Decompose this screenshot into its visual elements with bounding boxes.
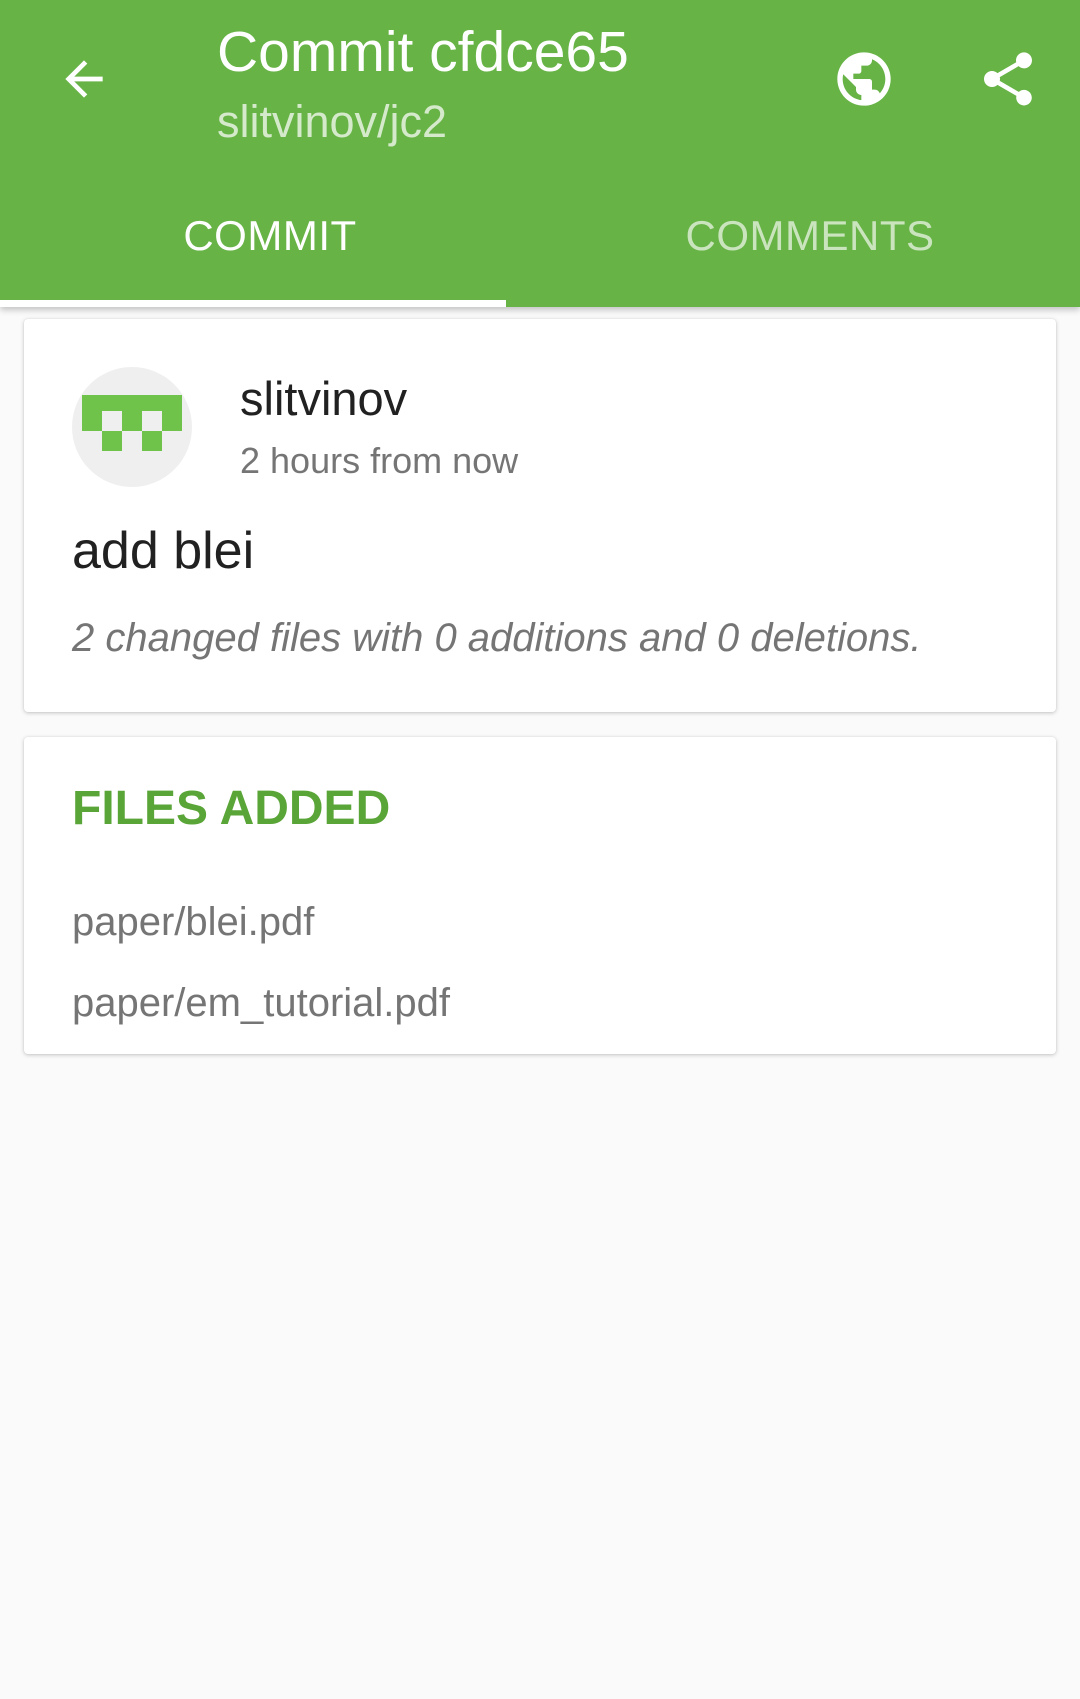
commit-summary: 2 changed files with 0 additions and 0 d… xyxy=(72,616,922,660)
globe-icon xyxy=(837,52,891,106)
file-item[interactable]: paper/blei.pdf xyxy=(72,897,314,947)
commit-author[interactable]: slitvinov xyxy=(240,371,407,427)
avatar[interactable] xyxy=(72,367,192,487)
files-card: FILES ADDED paper/blei.pdf paper/em_tuto… xyxy=(24,737,1056,1054)
tab-comments-label: COMMENTS xyxy=(685,212,935,259)
identicon-icon xyxy=(82,395,182,451)
back-button[interactable] xyxy=(36,31,132,127)
tab-comments[interactable]: COMMENTS xyxy=(540,190,1080,307)
commit-card: slitvinov 2 hours from now add blei 2 ch… xyxy=(24,319,1056,712)
share-button[interactable] xyxy=(960,31,1056,127)
app-bar: Commit cfdce65 slitvinov/jc2 COMMIT COMM… xyxy=(0,0,1080,307)
tab-commit[interactable]: COMMIT xyxy=(0,190,540,307)
repo-subtitle: slitvinov/jc2 xyxy=(217,96,448,147)
open-in-browser-button[interactable] xyxy=(816,31,912,127)
tab-commit-label: COMMIT xyxy=(183,212,357,259)
file-item[interactable]: paper/em_tutorial.pdf xyxy=(72,978,450,1028)
share-icon xyxy=(984,52,1032,106)
commit-message: add blei xyxy=(72,522,255,580)
tab-indicator xyxy=(0,300,506,307)
arrow-back-icon xyxy=(65,60,103,98)
files-added-header: FILES ADDED xyxy=(72,782,391,835)
commit-timestamp: 2 hours from now xyxy=(240,440,519,481)
page-title: Commit cfdce65 xyxy=(217,20,629,84)
